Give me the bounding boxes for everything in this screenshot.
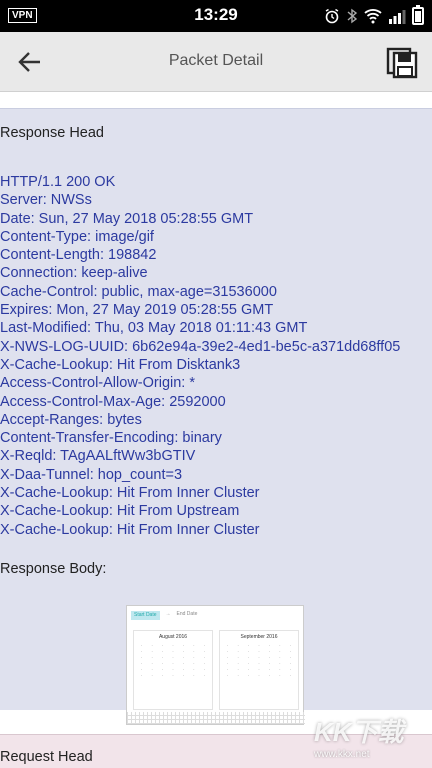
watermark-url: www.kkx.net: [314, 749, 370, 760]
header-line: Accept-Ranges: bytes: [0, 411, 142, 428]
header-line: Access-Control-Max-Age: 2592000: [0, 393, 226, 410]
status-bar: VPN 13:29: [0, 0, 432, 32]
preview-start-date: Start Date: [131, 611, 160, 620]
status-icons: [324, 5, 424, 25]
request-head-title: Request Head: [0, 749, 93, 765]
header-line: Content-Length: 198842: [0, 247, 157, 264]
header-line: X-Cache-Lookup: Hit From Disktank3: [0, 356, 241, 373]
header-line: X-Daa-Tunnel: hop_count=3: [0, 466, 183, 483]
battery-icon: [412, 5, 424, 25]
header-line: X-Cache-Lookup: Hit From Inner Cluster: [0, 485, 260, 502]
preview-calendar-grid: · · · · · · · · · · · · · · · · · · · · · · · · · · · · · · · · · · · …: [226, 643, 292, 678]
header-line: Connection: keep-alive: [0, 265, 148, 282]
preview-month-left: August 2016 · · · · · · · · · · · · · · · · · · · · · · · · ·…: [133, 630, 213, 710]
header-line: Access-Control-Allow-Origin: *: [0, 375, 195, 392]
app-bar: Packet Detail: [0, 32, 432, 92]
preview-month-right: September 2016 · · · · · · · · · · · · · · · · · · · · · ·…: [219, 630, 299, 710]
header-line: Content-Type: image/gif: [0, 228, 154, 245]
header-line: Expires: Mon, 27 May 2019 05:28:55 GMT: [0, 302, 274, 319]
header-line: Cache-Control: public, max-age=31536000: [0, 283, 277, 300]
watermark-text: KK下载: [314, 717, 404, 747]
preview-grid-pattern: [127, 712, 305, 724]
header-line: Last-Modified: Thu, 03 May 2018 01:11:43…: [0, 320, 308, 337]
response-head-lines: HTTP/1.1 200 OK Server: NWSs Date: Sun, …: [0, 173, 400, 539]
bluetooth-icon: [347, 8, 358, 24]
header-line: Content-Transfer-Encoding: binary: [0, 430, 222, 447]
preview-end-date: End Date: [176, 611, 198, 617]
response-body-title: Response Body:: [0, 561, 107, 577]
alarm-icon: [325, 8, 339, 24]
signal-icon: [389, 10, 406, 24]
preview-calendar-grid: · · · · · · · · · · · · · · · · · · · · · · · · · · · · · · · · · · · …: [140, 643, 206, 678]
header-line: X-NWS-LOG-UUID: 6b62e94a-39e2-4ed1-be5c-…: [0, 338, 401, 355]
response-body-image[interactable]: Start Date → End Date August 2016 · · · · · ·…: [126, 605, 305, 725]
header-line: Date: Sun, 27 May 2018 05:28:55 GMT: [0, 210, 254, 227]
save-icon[interactable]: [386, 45, 418, 79]
header-line: X-Cache-Lookup: Hit From Inner Cluster: [0, 521, 260, 538]
response-head-title: Response Head: [0, 125, 104, 141]
preview-arrow-icon: →: [165, 611, 171, 617]
packet-content[interactable]: Response Head HTTP/1.1 200 OK Server: NW…: [0, 92, 432, 768]
watermark-logo: KK下载 www.kkx.net: [314, 712, 424, 764]
header-line: X-Cache-Lookup: Hit From Upstream: [0, 503, 240, 520]
header-line: X-Reqld: TAgAALftWw3bGTIV: [0, 448, 196, 465]
page-title: Packet Detail: [168, 52, 264, 69]
header-line: HTTP/1.1 200 OK: [0, 174, 116, 190]
header-line: Server: NWSs: [0, 192, 92, 209]
preview-date-range: Start Date → End Date: [131, 611, 197, 620]
wifi-icon: [364, 9, 382, 24]
response-panel: Response Head HTTP/1.1 200 OK Server: NW…: [0, 108, 432, 725]
